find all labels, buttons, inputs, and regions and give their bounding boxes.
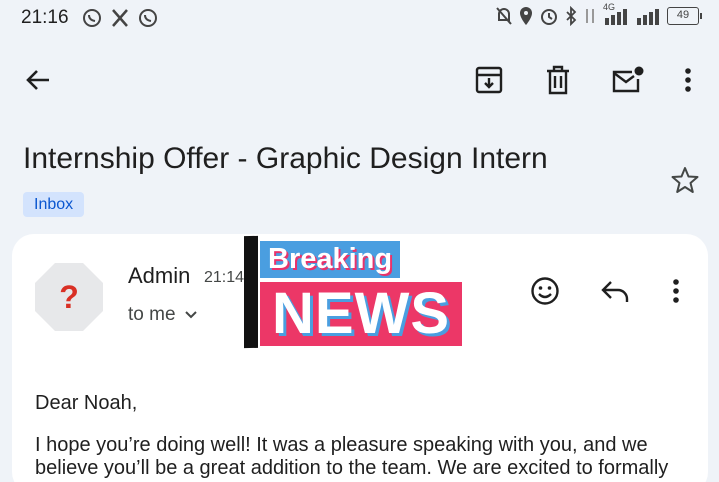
arrow-back-icon: [26, 70, 49, 90]
svg-text:?: ?: [59, 279, 79, 315]
news-sticker-bar: [244, 235, 258, 349]
emoji-reaction-button[interactable]: [527, 273, 563, 309]
archive-icon: [475, 66, 503, 94]
system-status-icons: 4G 49: [495, 2, 702, 26]
more-options-button[interactable]: [670, 62, 706, 98]
alarm-icon: [541, 9, 557, 25]
smiley-icon: [531, 277, 559, 305]
delete-button[interactable]: [540, 62, 576, 98]
bluetooth-icon: [566, 6, 577, 26]
avatar[interactable]: ?: [34, 262, 104, 332]
star-icon: [671, 167, 699, 193]
sent-time: 21:14: [204, 269, 245, 286]
unknown-sender-icon: ?: [35, 263, 103, 331]
signal-icon: [637, 9, 659, 25]
reply-button[interactable]: [597, 273, 633, 309]
x-icon: [112, 9, 128, 27]
recipient-label: to me: [128, 304, 176, 325]
back-button[interactable]: [20, 62, 56, 98]
breaking-sticker: Breaking: [260, 241, 401, 278]
reply-icon: [601, 281, 629, 302]
archive-button[interactable]: [471, 62, 507, 98]
email-greeting: Dear Noah,: [35, 392, 138, 414]
email-body-line: I hope you’re doing well! It was a pleas…: [35, 434, 648, 456]
chevron-down-icon: [184, 311, 197, 319]
more-vert-icon: [673, 279, 679, 303]
email-body-line: believe you’ll be a great addition to th…: [35, 457, 669, 479]
whatsapp-icon: [83, 9, 101, 27]
mail-unread-icon: [612, 66, 644, 93]
location-icon: [520, 7, 532, 25]
recipient-details-toggle[interactable]: to me: [128, 304, 198, 326]
signal-icon: [605, 9, 627, 25]
trash-icon: [547, 65, 569, 95]
sender-name[interactable]: Admin: [128, 263, 190, 289]
data-transfer-icon: [586, 9, 594, 23]
star-button[interactable]: [667, 162, 703, 198]
status-time: 21:16: [21, 7, 69, 28]
mark-unread-button[interactable]: [609, 62, 645, 98]
mute-bell-icon: [496, 7, 512, 25]
network-type: 4G: [603, 2, 629, 26]
inbox-label-chip[interactable]: Inbox: [23, 192, 85, 217]
more-vert-icon: [685, 68, 691, 92]
whatsapp-icon: [139, 9, 157, 27]
battery-indicator: 49: [667, 7, 702, 25]
message-more-button[interactable]: [658, 273, 694, 309]
news-sticker: NEWS: [260, 282, 462, 346]
email-subject: Internship Offer - Graphic Design Intern: [23, 142, 548, 175]
notification-icons: [82, 8, 158, 28]
